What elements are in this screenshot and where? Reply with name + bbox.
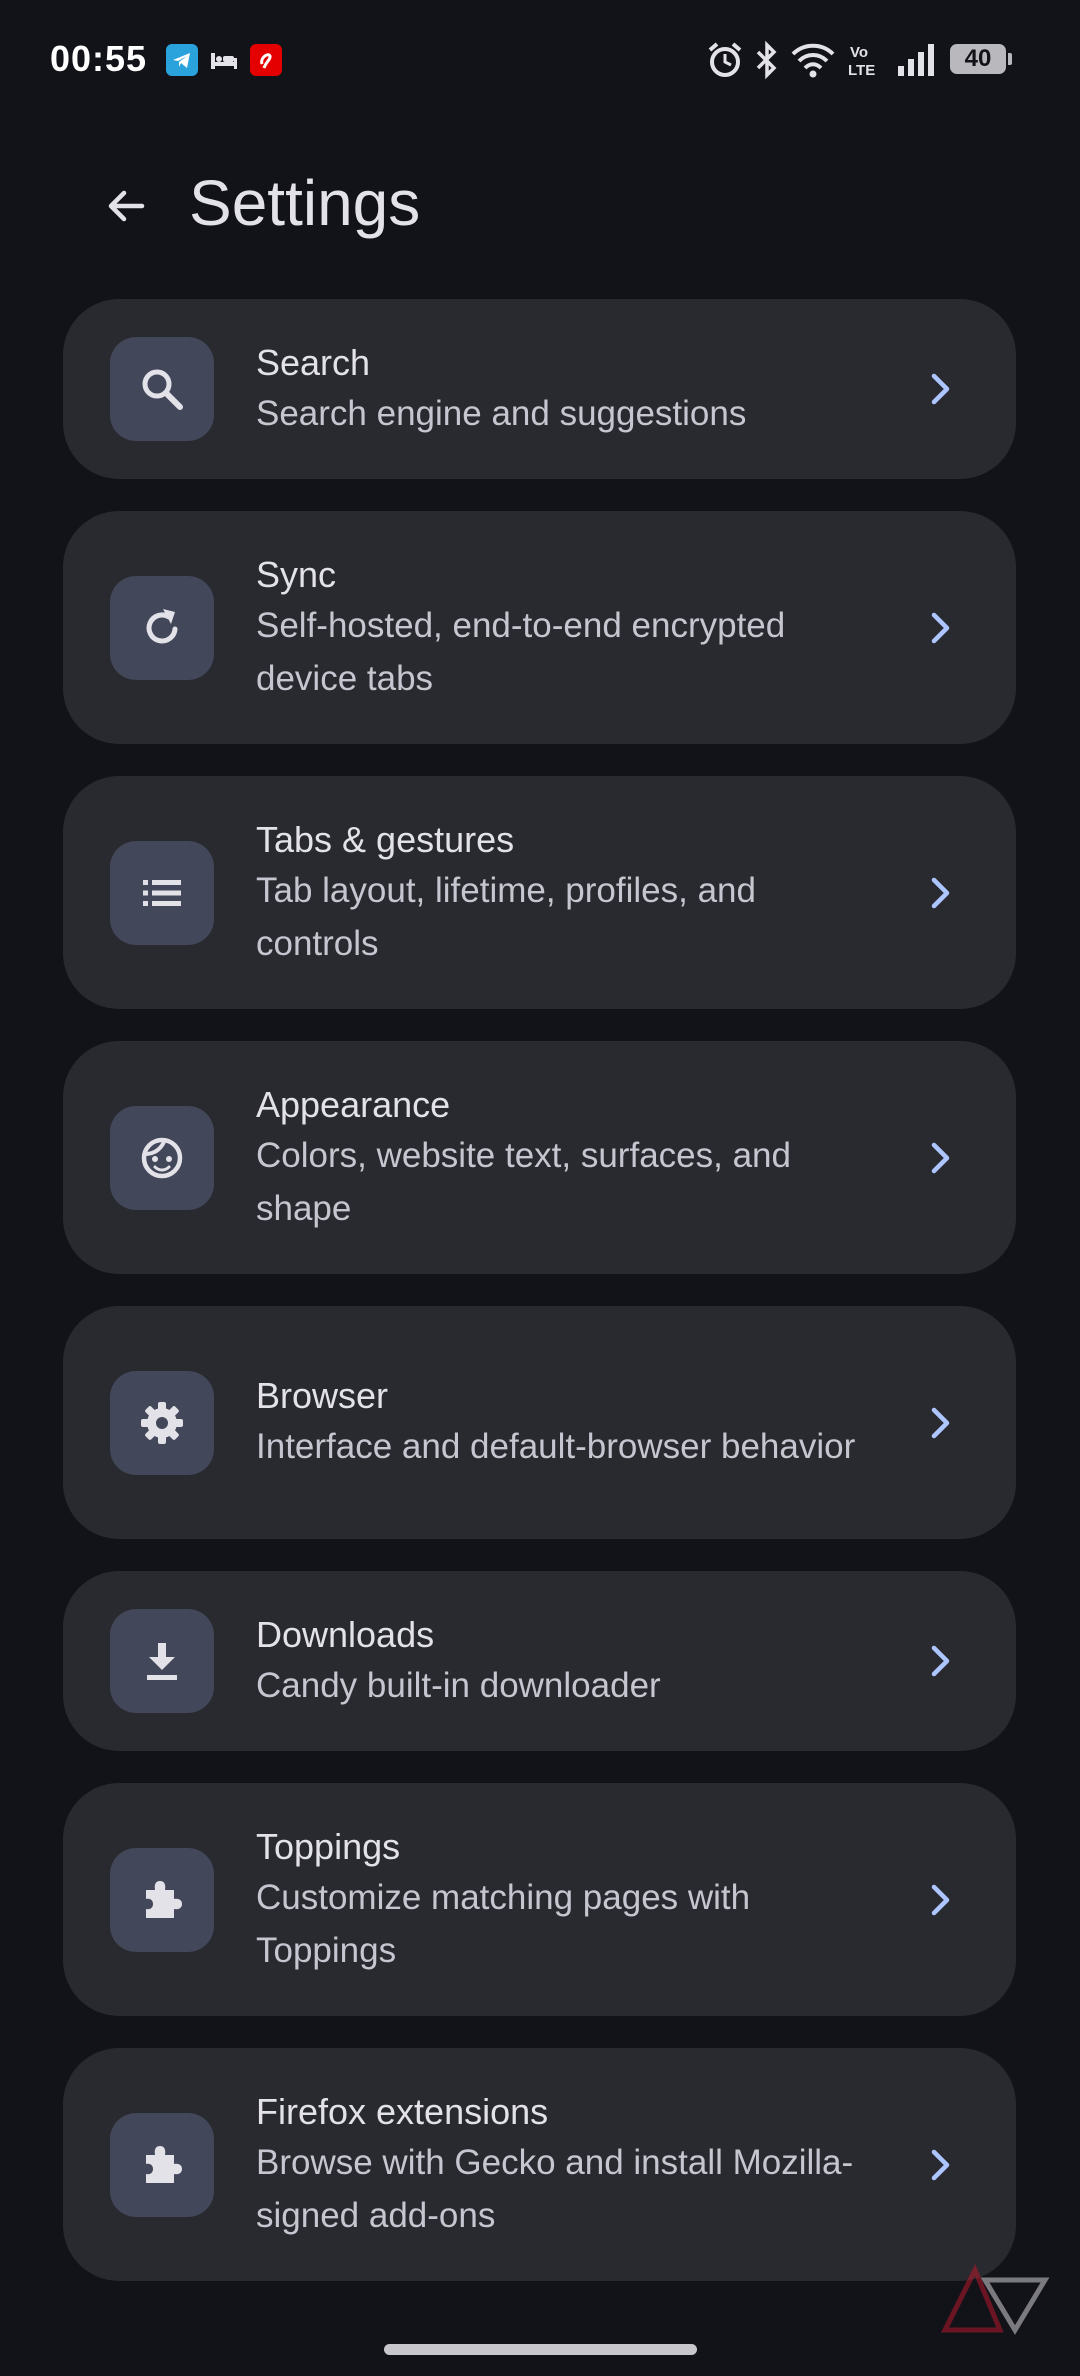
item-title: Toppings: [256, 1825, 401, 1867]
settings-item-downloads[interactable]: Downloads Candy built-in downloader: [63, 1571, 1016, 1751]
item-title: Downloads: [256, 1613, 435, 1655]
chevron-right-icon: [920, 369, 960, 409]
search-icon: [142, 369, 183, 410]
gear-icon: [141, 1401, 183, 1444]
item-title: Tabs & gestures: [256, 818, 515, 860]
svg-text:LTE: LTE: [848, 62, 875, 78]
status-bar: 00:55 Vo LTE 40: [0, 0, 1080, 120]
sync-icon: [146, 608, 178, 643]
settings-item-sync[interactable]: Sync Self-hosted, end-to-end encrypted d…: [63, 511, 1016, 744]
chevron-right-icon: [920, 1138, 960, 1178]
item-subtitle: Customize matching pages with Toppings: [256, 1877, 751, 1970]
item-subtitle: Colors, website text, surfaces, and shap…: [256, 1135, 791, 1228]
item-subtitle: Interface and default-browser behavior: [256, 1427, 856, 1466]
chevron-right-icon: [920, 1403, 960, 1443]
page-title: Settings: [189, 167, 421, 239]
chevron-right-icon: [920, 1641, 960, 1681]
chevron-right-icon: [920, 1880, 960, 1920]
gesture-navigation-handle[interactable]: [384, 2344, 697, 2355]
item-title: Appearance: [256, 1083, 451, 1125]
battery-icon: 40: [950, 44, 1012, 74]
settings-item-search[interactable]: Search Search engine and suggestions: [63, 299, 1016, 479]
list-icon: [143, 879, 181, 906]
bluetooth-icon: [754, 40, 780, 85]
download-icon: [147, 1643, 177, 1680]
svg-text:Vo: Vo: [850, 44, 868, 61]
chevron-right-icon: [920, 2145, 960, 2185]
chevron-right-icon: [920, 873, 960, 913]
item-subtitle: Browse with Gecko and install Mozilla-si…: [256, 2142, 854, 2235]
face-icon: [141, 1137, 183, 1178]
item-title: Sync: [256, 553, 337, 595]
settings-item-tabs-gestures[interactable]: Tabs & gestures Tab layout, lifetime, pr…: [63, 776, 1016, 1009]
back-button[interactable]: [88, 168, 164, 244]
settings-item-toppings[interactable]: Toppings Customize matching pages with T…: [63, 1783, 1016, 2016]
signal-icon: [896, 40, 936, 85]
item-title: Search: [256, 341, 371, 383]
puzzle-icon: [146, 2145, 182, 2183]
settings-item-appearance[interactable]: Appearance Colors, website text, surface…: [63, 1041, 1016, 1274]
bed-icon: [208, 44, 240, 76]
settings-list: Search Search engine and suggestions Syn…: [63, 299, 1016, 2313]
status-time: 00:55: [50, 38, 148, 79]
item-title: Firefox extensions: [256, 2090, 549, 2132]
arrow-left-icon: [108, 190, 145, 222]
item-title: Browser: [256, 1375, 389, 1416]
item-subtitle: Candy built-in downloader: [256, 1665, 661, 1705]
settings-item-firefox-extensions[interactable]: Firefox extensions Browse with Gecko and…: [63, 2048, 1016, 2281]
chevron-right-icon: [920, 608, 960, 648]
volte-icon: Vo LTE: [848, 42, 880, 83]
puzzle-icon: [146, 1880, 182, 1918]
item-subtitle: Tab layout, lifetime, profiles, and cont…: [256, 870, 756, 963]
telegram-icon: [166, 44, 198, 76]
settings-item-browser[interactable]: Browser Interface and default-browser be…: [63, 1306, 1016, 1539]
item-subtitle: Search engine and suggestions: [256, 393, 747, 433]
alarm-icon: [706, 40, 744, 85]
wifi-icon: [790, 40, 836, 85]
airtel-icon: [250, 44, 282, 76]
watermark-logo: [940, 2260, 1050, 2340]
item-subtitle: Self-hosted, end-to-end encrypted device…: [256, 605, 786, 698]
